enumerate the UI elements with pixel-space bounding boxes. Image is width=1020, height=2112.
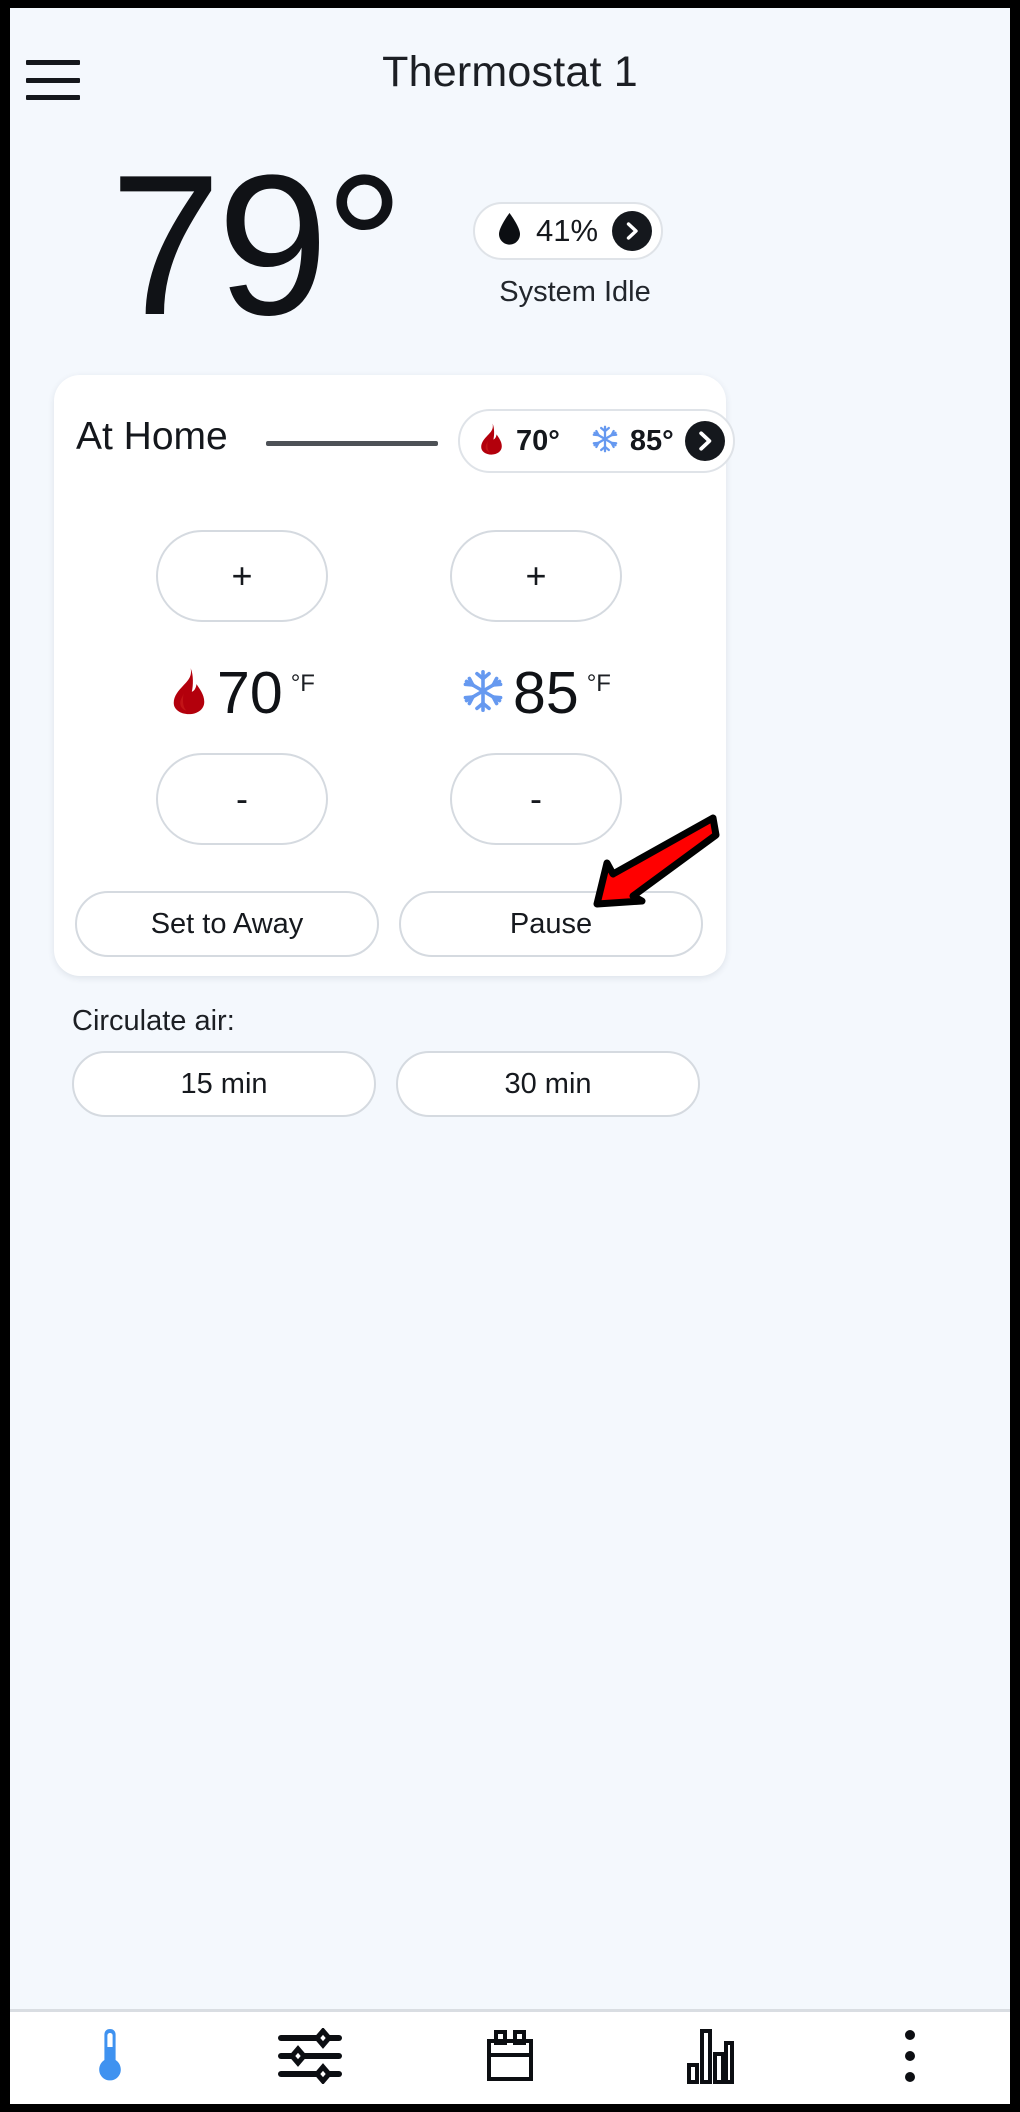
humidity-pill[interactable]: 41%: [473, 202, 663, 260]
circulate-30-min-button[interactable]: 30 min: [396, 1051, 700, 1117]
nav-usage[interactable]: [610, 2012, 810, 2104]
heat-setpoint-unit: °F: [291, 670, 315, 698]
heat-setpoint-value: 70: [217, 664, 283, 723]
pill-heat-value: 70°: [516, 425, 560, 458]
pill-cool-value: 85°: [630, 425, 674, 458]
set-to-away-button[interactable]: Set to Away: [75, 891, 379, 957]
bottom-navigation-bar: [10, 2009, 1010, 2104]
sliders-icon: [277, 2028, 343, 2089]
water-drop-icon: [497, 212, 522, 251]
current-temperature: 79°: [110, 146, 400, 346]
flame-icon: [478, 423, 505, 460]
heat-increase-button[interactable]: +: [156, 530, 328, 622]
nav-thermostat[interactable]: [10, 2012, 210, 2104]
chevron-right-icon[interactable]: [685, 421, 725, 461]
nav-settings[interactable]: [210, 2012, 410, 2104]
chevron-right-icon[interactable]: [612, 211, 652, 251]
control-card: At Home 70°: [54, 375, 726, 976]
snowflake-icon: [591, 425, 619, 458]
circulate-air-label: Circulate air:: [72, 1005, 235, 1038]
cool-setpoint-value: 85: [513, 664, 579, 723]
heat-setpoint-display: 70 °F: [156, 658, 328, 728]
cool-increase-button[interactable]: +: [450, 530, 622, 622]
nav-schedule[interactable]: [410, 2012, 610, 2104]
nav-more[interactable]: [810, 2012, 1010, 2104]
humidity-value: 41%: [536, 213, 598, 249]
cool-decrease-button[interactable]: -: [450, 753, 622, 845]
circulate-15-min-button[interactable]: 15 min: [72, 1051, 376, 1117]
cool-setpoint-display: 85 °F: [450, 658, 622, 728]
thermostat-app-screen: Thermostat 1 79° 41% System Idle At Home: [10, 8, 1010, 2104]
calendar-icon: [484, 2028, 536, 2089]
pause-button[interactable]: Pause: [399, 891, 703, 957]
cool-setpoint-unit: °F: [587, 670, 611, 698]
mode-label: At Home: [76, 415, 228, 459]
mode-row: At Home 70°: [54, 409, 726, 475]
heat-decrease-button[interactable]: -: [156, 753, 328, 845]
thermometer-icon: [97, 2027, 123, 2090]
bar-chart-icon: [686, 2027, 734, 2090]
snowflake-icon: [461, 669, 505, 718]
more-vertical-icon: [904, 2028, 916, 2089]
system-status-text: System Idle: [430, 276, 720, 309]
flame-icon: [169, 667, 209, 720]
mode-divider: [266, 441, 438, 446]
page-title: Thermostat 1: [10, 48, 1010, 97]
app-header: Thermostat 1: [10, 8, 1010, 148]
setpoint-summary-pill[interactable]: 70°: [458, 409, 735, 473]
